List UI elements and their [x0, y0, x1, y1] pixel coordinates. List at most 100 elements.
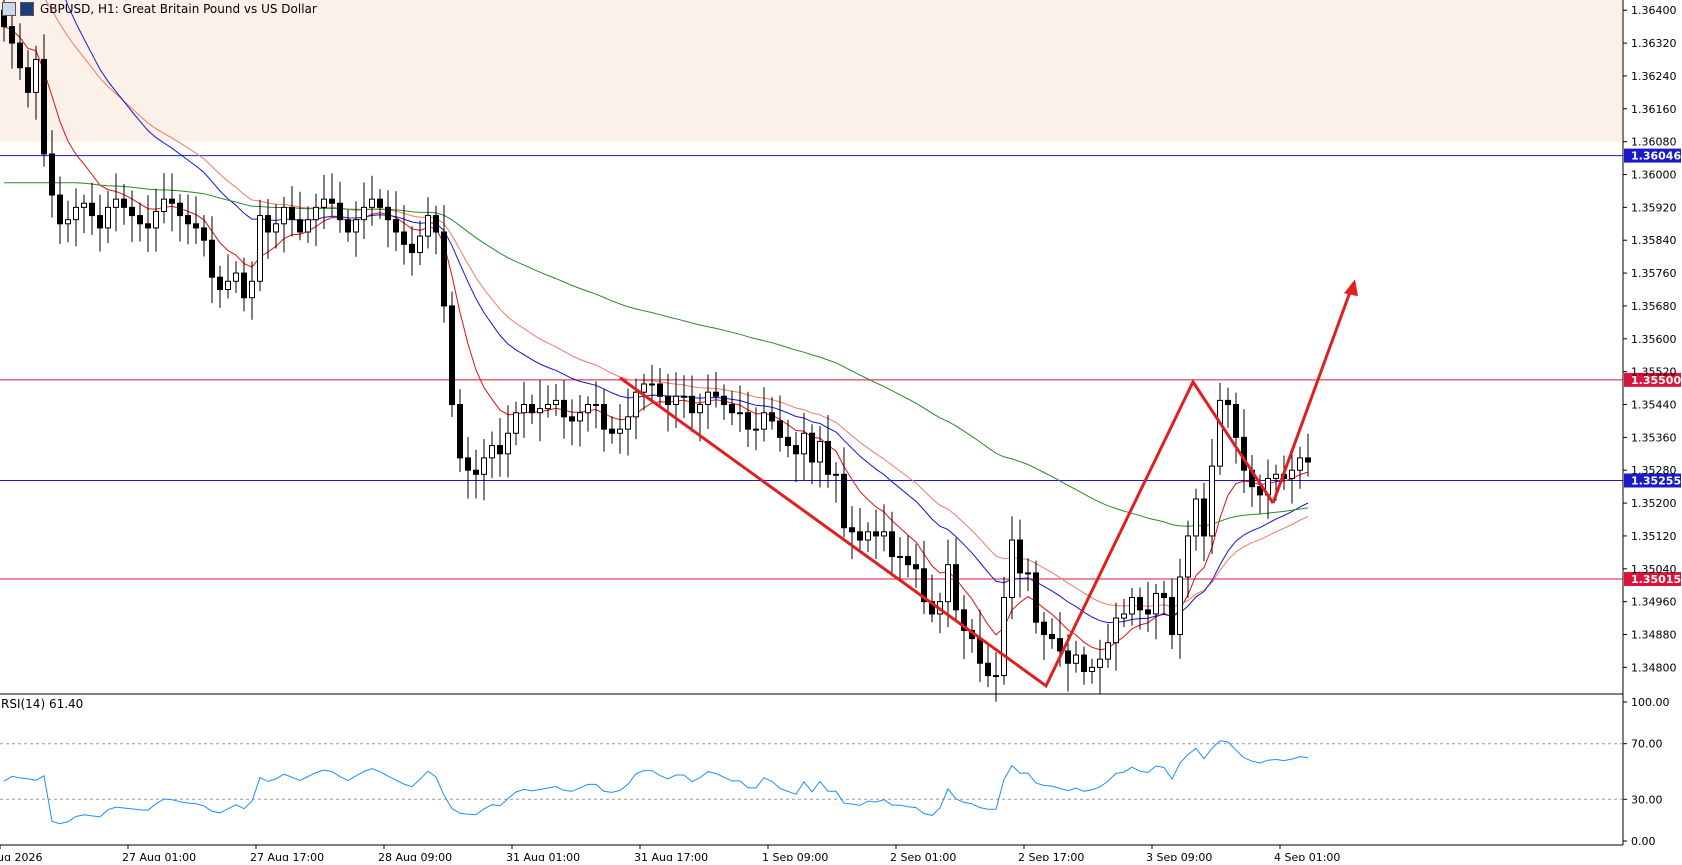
bear-candle	[17, 42, 23, 69]
bear-candle	[1065, 650, 1071, 664]
bear-candle	[409, 243, 415, 254]
rsi-tick-label: 100.00	[1631, 696, 1670, 709]
bull-candle	[73, 206, 79, 221]
bull-candle	[681, 395, 687, 398]
time-tick-label: 26 Aug 2026	[0, 851, 42, 861]
bear-candle	[401, 231, 407, 245]
bull-candle	[281, 206, 287, 225]
bull-candle	[641, 383, 647, 393]
time-tick-label: 1 Sep 09:00	[762, 851, 828, 861]
chart-type-icon[interactable]	[20, 2, 34, 16]
time-tick-label: 2 Sep 17:00	[1018, 851, 1084, 861]
bear-candle	[449, 305, 455, 405]
bull-candle	[313, 206, 319, 221]
bull-candle	[481, 457, 487, 475]
bull-candle	[1153, 592, 1159, 615]
price-tick-label: 1.35600	[1631, 333, 1677, 346]
bear-candle	[529, 404, 535, 414]
bull-candle	[425, 215, 431, 237]
bear-candle	[825, 440, 831, 475]
bear-candle	[1033, 572, 1039, 623]
time-tick-label: 27 Aug 01:00	[122, 851, 196, 861]
bull-candle	[233, 272, 239, 282]
rsi-tick-label: 30.00	[1631, 793, 1663, 806]
bull-candle	[545, 404, 551, 410]
rsi-tick-label: 70.00	[1631, 738, 1663, 751]
bear-candle	[441, 231, 447, 307]
price-tick-label: 1.35040	[1631, 563, 1677, 576]
bear-candle	[465, 457, 471, 471]
bear-candle	[1233, 404, 1239, 438]
bull-candle	[1193, 498, 1199, 537]
bear-candle	[217, 276, 223, 290]
bear-candle	[785, 436, 791, 447]
bull-candle	[753, 428, 759, 431]
bull-candle	[1001, 597, 1007, 677]
bear-candle	[849, 527, 855, 533]
price-tick-label: 1.36160	[1631, 103, 1677, 116]
supply-zone	[0, 0, 1622, 142]
bear-candle	[169, 198, 175, 204]
bull-candle	[585, 404, 591, 414]
bull-candle	[577, 412, 583, 422]
bear-candle	[137, 215, 143, 225]
bull-candle	[521, 404, 527, 414]
bear-candle	[809, 432, 815, 463]
bear-candle	[1017, 539, 1023, 574]
bear-candle	[393, 219, 399, 233]
bear-candle	[209, 239, 215, 278]
bull-candle	[833, 473, 839, 476]
bear-candle	[433, 215, 439, 233]
bear-candle	[9, 26, 15, 44]
price-tick-label: 1.35520	[1631, 366, 1677, 379]
price-tick-label: 1.36320	[1631, 37, 1677, 50]
bull-candle	[537, 408, 543, 414]
bull-candle	[1289, 469, 1295, 479]
bear-candle	[385, 206, 391, 221]
bear-candle	[1081, 654, 1087, 672]
price-tick-label: 1.35680	[1631, 300, 1677, 313]
bull-candle	[1097, 658, 1103, 668]
price-tick-label: 1.36000	[1631, 169, 1677, 182]
bear-candle	[25, 67, 31, 93]
chart-window[interactable]: 1.36046 1.35500 1.35255 1.35015 1.36400 1.36…	[0, 0, 1682, 864]
bear-candle	[657, 383, 663, 397]
bull-candle	[105, 206, 111, 229]
bull-candle	[865, 531, 871, 541]
bear-candle	[241, 272, 247, 299]
bear-candle	[953, 564, 959, 611]
bear-candle	[329, 198, 335, 204]
bear-candle	[1305, 457, 1311, 463]
bear-candle	[201, 227, 207, 241]
bull-candle	[361, 206, 367, 221]
bear-candle	[601, 404, 607, 430]
bull-candle	[33, 59, 39, 93]
wedge-pattern-line	[619, 376, 1275, 689]
bull-candle	[1113, 617, 1119, 644]
bull-candle	[489, 445, 495, 459]
bull-candle	[1025, 572, 1031, 575]
breakout-arrow-head	[1344, 279, 1358, 297]
price-tick-label: 1.36400	[1631, 4, 1677, 17]
bull-candle	[1297, 457, 1303, 471]
bear-candle	[985, 662, 991, 677]
bull-candle	[81, 202, 87, 208]
bear-candle	[889, 531, 895, 557]
price-tick-label: 1.35200	[1631, 497, 1677, 510]
bull-candle	[1217, 399, 1223, 467]
bull-candle	[593, 404, 599, 406]
time-tick-label: 27 Aug 17:00	[250, 851, 324, 861]
bull-candle	[513, 412, 519, 434]
bear-candle	[1201, 498, 1207, 537]
bull-candle	[993, 675, 999, 678]
bull-candle	[897, 555, 903, 558]
bull-candle	[1209, 465, 1215, 537]
bear-candle	[473, 469, 479, 475]
bear-candle	[377, 198, 383, 208]
bear-candle	[97, 215, 103, 229]
bear-candle	[177, 202, 183, 217]
bear-candle	[913, 564, 919, 570]
chart-menu-icon[interactable]	[2, 2, 16, 16]
bull-candle	[353, 219, 359, 233]
bear-candle	[289, 206, 295, 221]
